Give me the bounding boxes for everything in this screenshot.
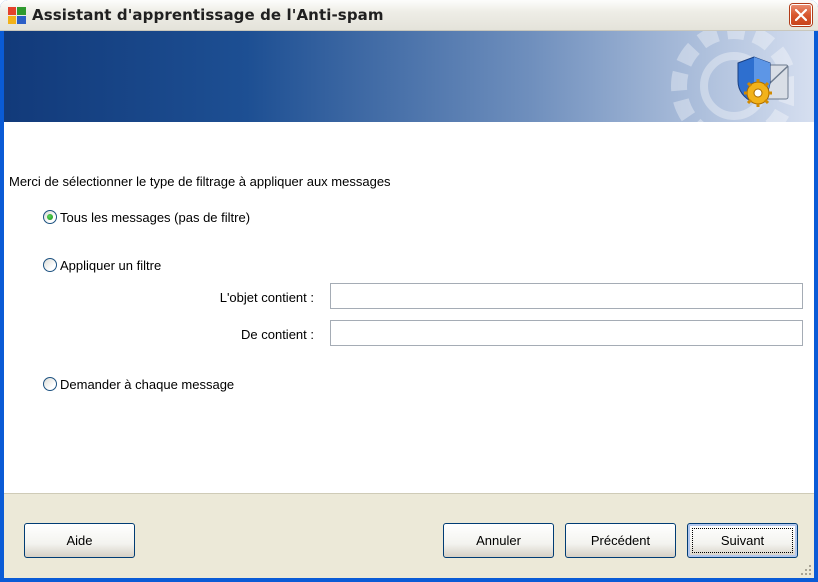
close-button[interactable] [790,4,812,26]
close-icon [795,9,807,21]
radio-apply-filter[interactable] [43,258,57,272]
next-button[interactable]: Suivant [687,523,798,558]
option-ask-each-message[interactable]: Demander à chaque message [43,375,234,393]
help-button-label: Aide [66,533,93,548]
antispam-wizard-icon [737,56,789,107]
focus-ring [692,528,793,553]
avg-logo-icon [8,7,26,24]
header-banner [4,31,814,122]
radio-ask-each-message[interactable] [43,377,57,391]
subject-field-label: L'objet contient : [219,290,314,305]
title-bar[interactable]: Assistant d'apprentissage de l'Anti-spam [0,0,818,31]
option-apply-filter[interactable]: Appliquer un filtre [43,256,161,274]
cancel-button-label: Annuler [476,533,521,548]
subject-input[interactable] [330,283,803,309]
radio-all-messages[interactable] [43,210,57,224]
cancel-button[interactable]: Annuler [443,523,554,558]
resize-grip-icon[interactable] [800,564,812,576]
wizard-footer: Aide Annuler Précédent Suivant [4,493,814,578]
option-apply-filter-label: Appliquer un filtre [60,257,162,273]
window-title: Assistant d'apprentissage de l'Anti-spam [32,6,384,24]
previous-button[interactable]: Précédent [565,523,676,558]
from-input[interactable] [330,320,803,346]
option-all-messages-label: Tous les messages (pas de filtre) [60,209,251,225]
instruction-text: Merci de sélectionner le type de filtrag… [9,174,391,189]
from-field-label: De contient : [241,327,314,342]
previous-button-label: Précédent [590,533,651,548]
help-button[interactable]: Aide [24,523,135,558]
wizard-window: Assistant d'apprentissage de l'Anti-spam [0,0,818,582]
option-ask-each-message-label: Demander à chaque message [60,376,235,392]
dialog-client: Merci de sélectionner le type de filtrag… [4,31,814,578]
wizard-content: Merci de sélectionner le type de filtrag… [4,122,814,493]
option-all-messages[interactable]: Tous les messages (pas de filtre) [43,208,250,226]
